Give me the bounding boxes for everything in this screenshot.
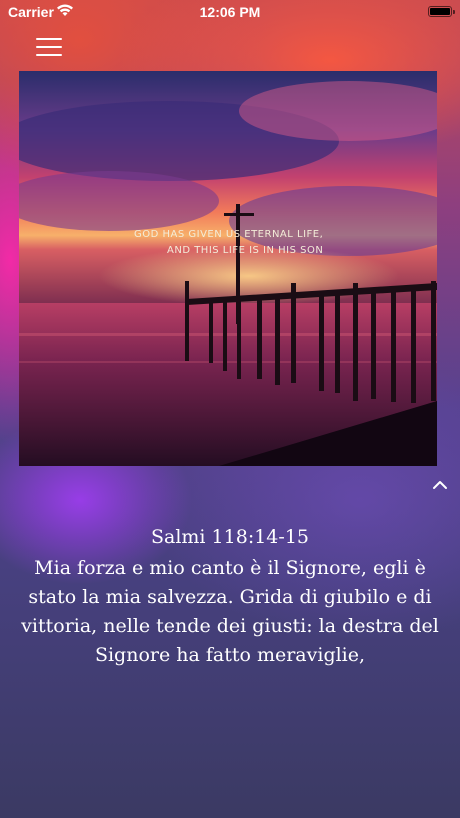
battery-icon xyxy=(428,6,455,17)
verse-text: Mia forza e mio canto è il Signore, egli… xyxy=(21,557,439,666)
chevron-up-icon[interactable] xyxy=(430,476,450,494)
image-caption-line-2: AND THIS LIFE IS IN HIS SON xyxy=(167,245,324,256)
status-time: 12:06 PM xyxy=(199,4,261,20)
image-caption-line-1: GOD HAS GIVEN US ETERNAL LIFE, xyxy=(134,229,324,240)
sunset-pier-illustration xyxy=(19,71,437,466)
status-bar: Carrier 12:06 PM xyxy=(0,0,460,24)
verse-image: GOD HAS GIVEN US ETERNAL LIFE, AND THIS … xyxy=(19,71,437,466)
verse-block: Salmi 118:14-15 Mia forza e mio canto è … xyxy=(10,523,450,670)
verse-reference: Salmi 118:14-15 xyxy=(151,526,309,548)
hamburger-menu-icon[interactable] xyxy=(36,38,62,60)
